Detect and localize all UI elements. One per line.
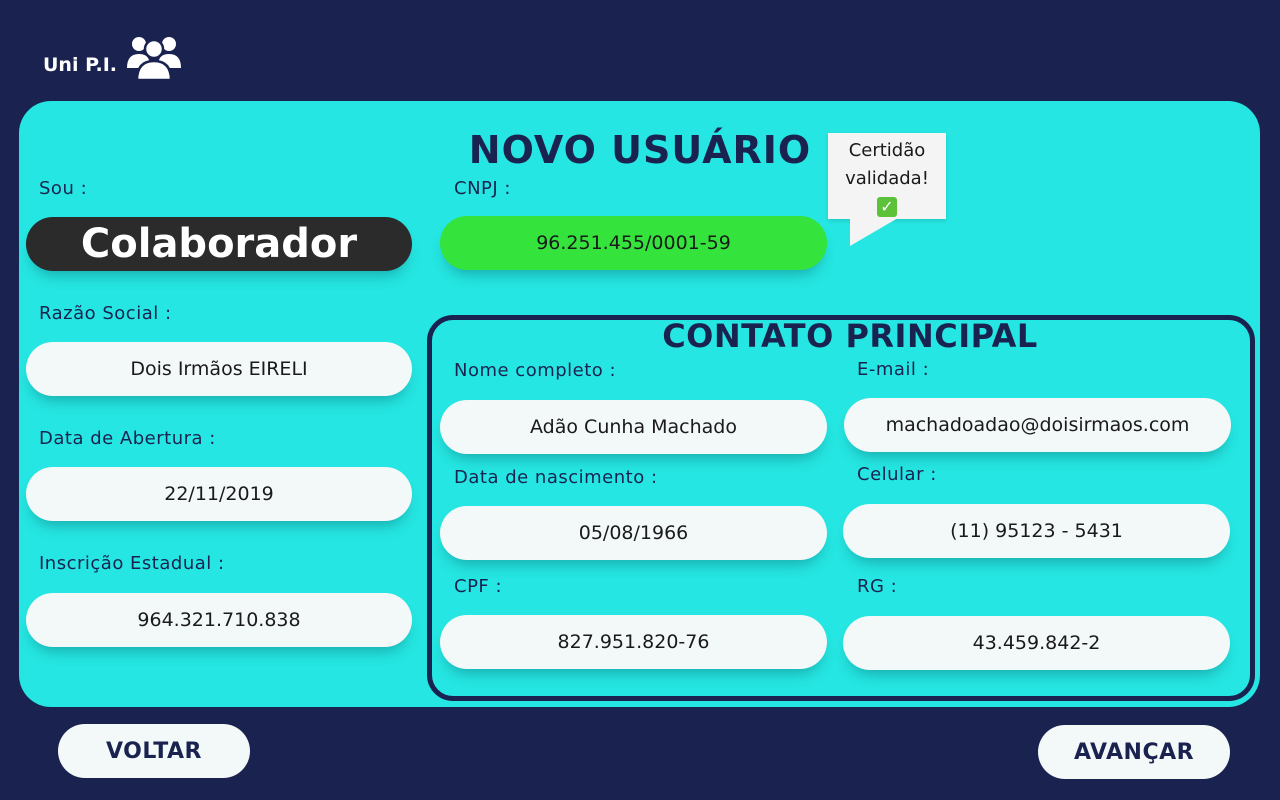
- check-icon: ✓: [877, 197, 897, 217]
- users-group-icon: [125, 32, 183, 82]
- email-label: E-mail :: [857, 359, 930, 380]
- role-label: Sou :: [39, 178, 88, 199]
- cpf-field[interactable]: 827.951.820-76: [440, 615, 827, 669]
- rg-label: RG :: [857, 576, 898, 597]
- inscricao-estadual-label: Inscrição Estadual :: [39, 553, 225, 574]
- inscricao-estadual-field[interactable]: 964.321.710.838: [26, 593, 412, 647]
- next-button[interactable]: AVANÇAR: [1038, 725, 1230, 779]
- role-selector[interactable]: Colaborador: [26, 217, 412, 271]
- page-title: NOVO USUÁRIO: [468, 128, 812, 172]
- data-abertura-field[interactable]: 22/11/2019: [26, 467, 412, 521]
- back-button[interactable]: VOLTAR: [58, 724, 250, 778]
- razao-social-label: Razão Social :: [39, 303, 172, 324]
- email-field[interactable]: machadoadao@doisirmaos.com: [844, 398, 1231, 452]
- nome-field[interactable]: Adão Cunha Machado: [440, 400, 827, 454]
- contact-title: CONTATO PRINCIPAL: [662, 317, 1038, 355]
- data-abertura-label: Data de Abertura :: [39, 428, 216, 449]
- certificate-tooltip: Certidão validada! ✓: [828, 133, 946, 219]
- cpf-label: CPF :: [454, 576, 503, 597]
- brand-name: Uni P.I.: [43, 54, 118, 76]
- cnpj-field[interactable]: 96.251.455/0001-59: [440, 216, 827, 270]
- nascimento-field[interactable]: 05/08/1966: [440, 506, 827, 560]
- tooltip-tail: [850, 218, 898, 246]
- razao-social-field[interactable]: Dois Irmãos EIRELI: [26, 342, 412, 396]
- nascimento-label: Data de nascimento :: [454, 467, 658, 488]
- tooltip-line1: Certidão: [848, 140, 926, 161]
- celular-label: Celular :: [857, 464, 937, 485]
- cnpj-label: CNPJ :: [454, 178, 511, 199]
- celular-field[interactable]: (11) 95123 - 5431: [843, 504, 1230, 558]
- nome-label: Nome completo :: [454, 360, 617, 381]
- rg-field[interactable]: 43.459.842-2: [843, 616, 1230, 670]
- tooltip-line2: validada!: [845, 168, 929, 189]
